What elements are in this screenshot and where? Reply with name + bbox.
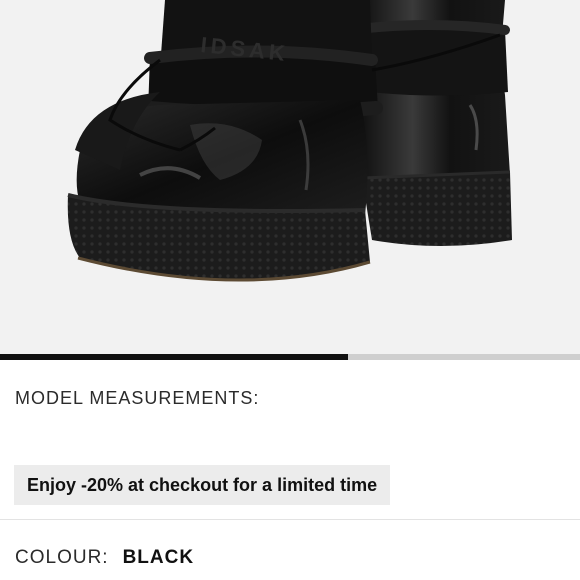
colour-row: COLOUR: BLACK [15,547,194,569]
section-divider [0,519,580,520]
back-boot [345,0,512,246]
image-carousel-progress[interactable] [0,354,580,360]
colour-value: BLACK [122,547,195,568]
promo-banner: Enjoy -20% at checkout for a limited tim… [14,465,391,505]
model-measurements-label: MODEL MEASUREMENTS: [15,388,260,408]
colour-label: COLOUR: [15,547,109,568]
product-image[interactable]: IDSAK [0,0,580,355]
boots-illustration: IDSAK [67,0,512,282]
product-page: IDSAK MODEL MEASUREMENTS: Enjoy -20% at … [0,0,580,580]
carousel-progress-fill [0,354,348,360]
